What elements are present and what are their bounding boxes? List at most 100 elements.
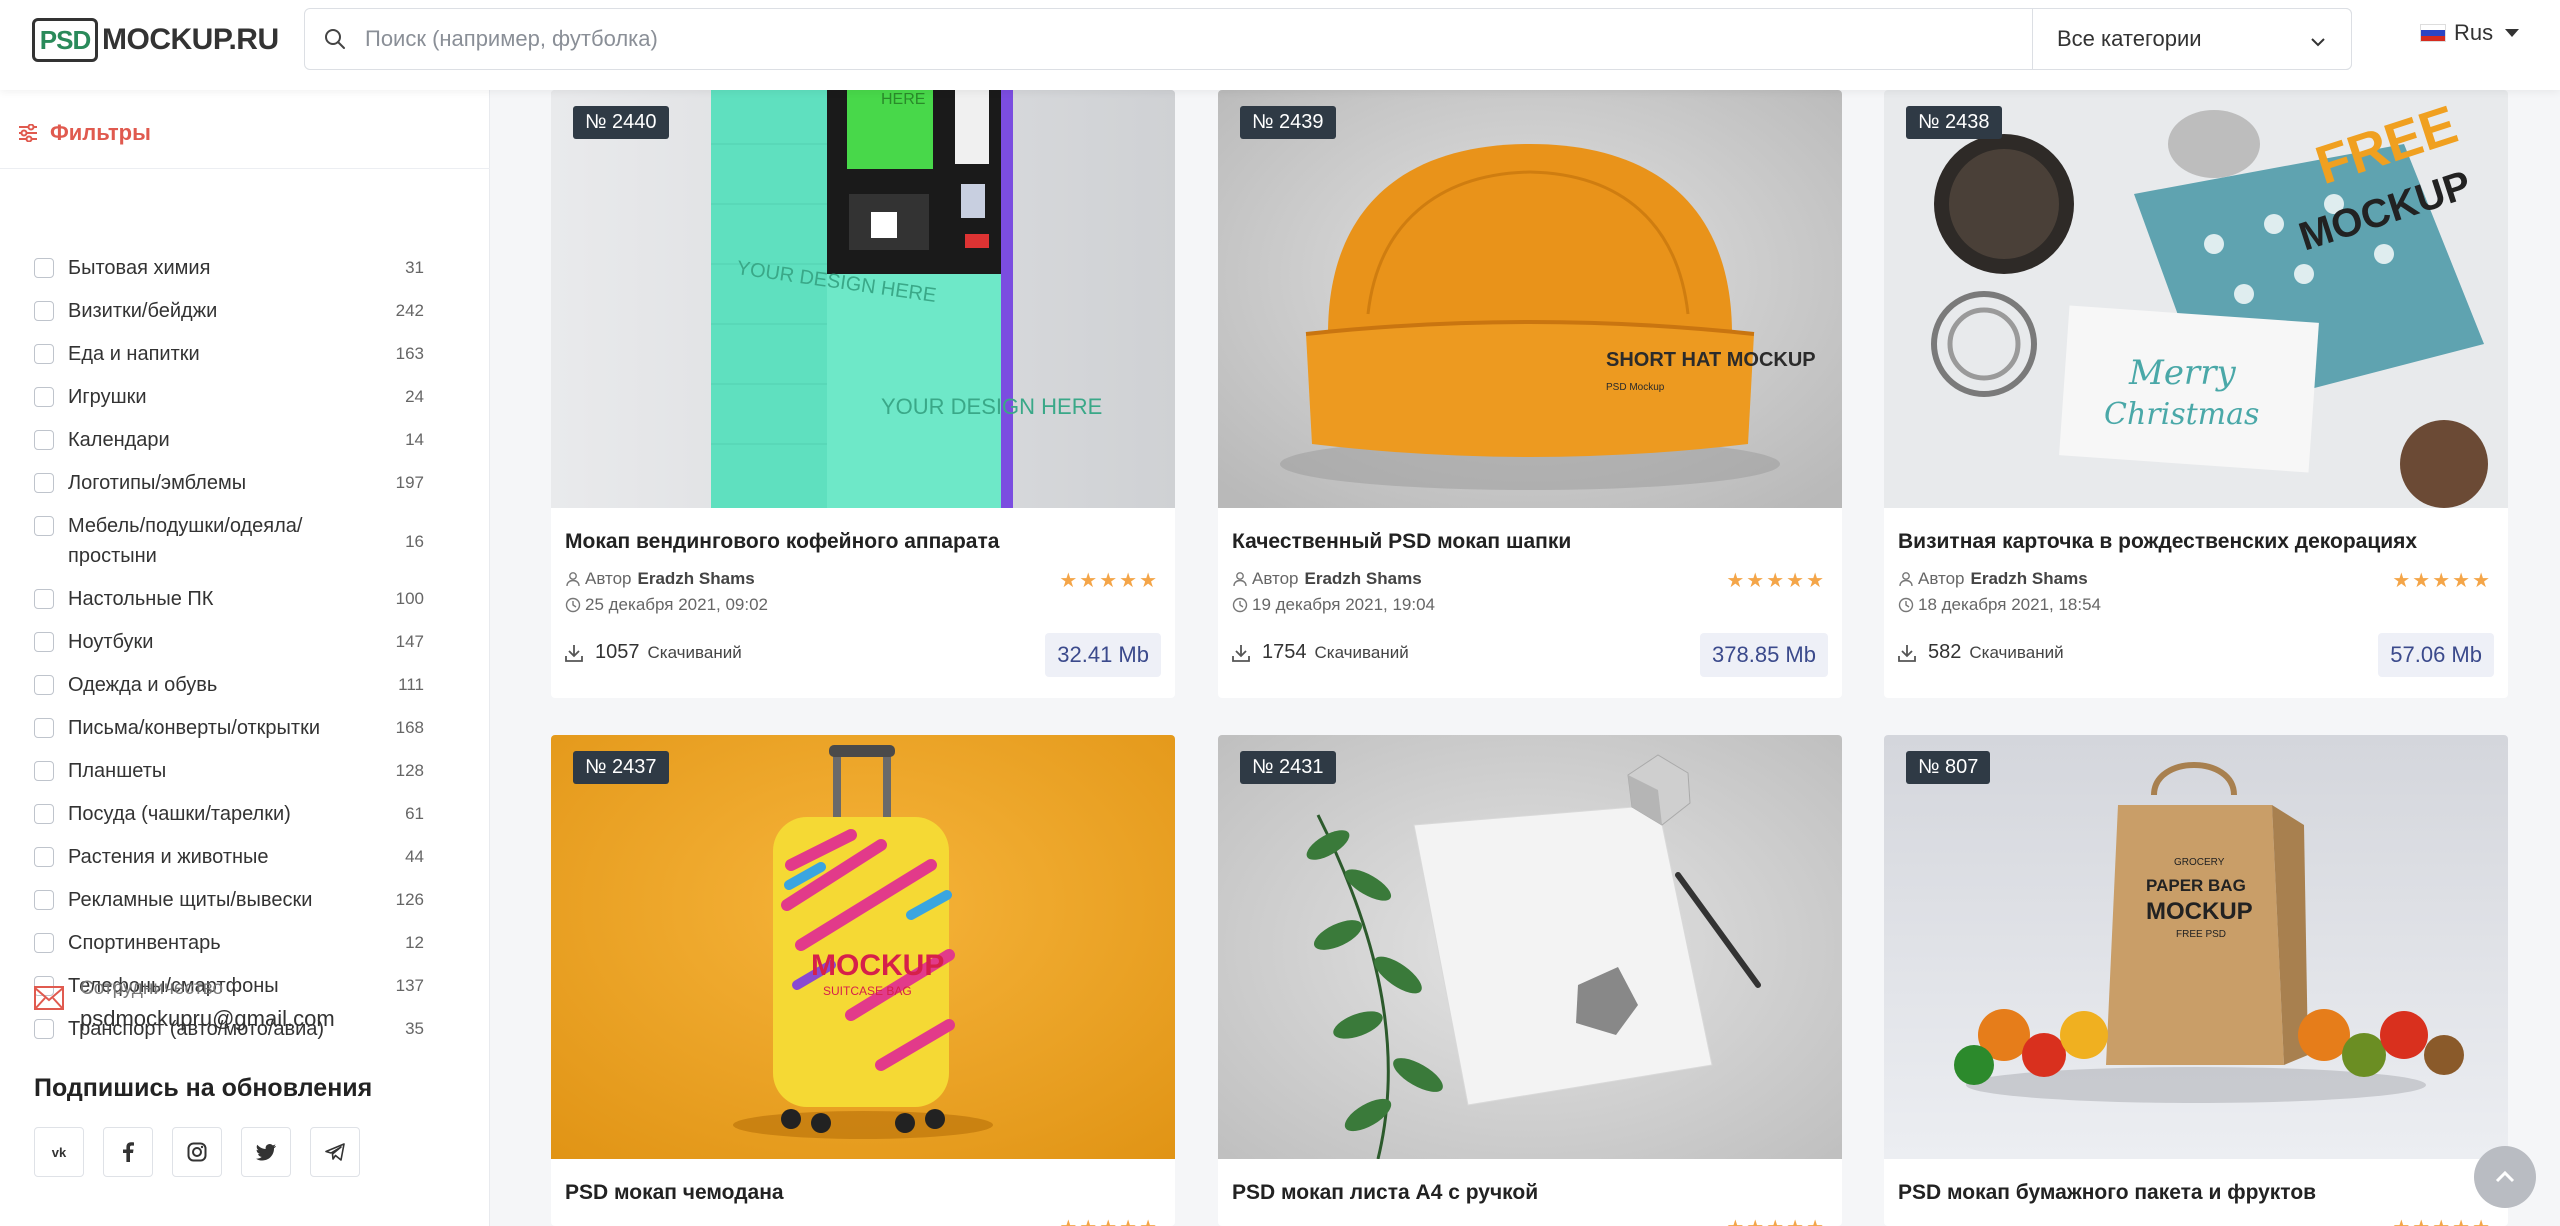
contact-email-link[interactable]: psdmockupru@gmail.com	[80, 1006, 335, 1032]
checkbox[interactable]	[34, 632, 54, 652]
chevron-down-icon	[2309, 31, 2327, 57]
rating-stars: ★★★★★	[2392, 570, 2492, 592]
card-title[interactable]: PSD мокап листа А4 с ручкой	[1232, 1181, 1538, 1205]
card-image[interactable]	[1218, 735, 1842, 1159]
checkbox[interactable]	[34, 516, 54, 536]
category-filter-item[interactable]: Мебель/подушки/одеяла/простыни 16	[34, 515, 424, 571]
chevron-up-icon	[2495, 1170, 2515, 1183]
card-image[interactable]: HERE YOUR DESIGN HERE YOUR DESIGN HERE	[551, 90, 1175, 508]
category-filter-item[interactable]: Календари 14	[34, 429, 424, 455]
download-count: 1754 Скачиваний	[1232, 641, 1409, 664]
telegram-icon[interactable]	[310, 1127, 360, 1177]
svg-text:FREE PSD: FREE PSD	[2176, 929, 2226, 940]
card-title[interactable]: PSD мокап чемодана	[565, 1181, 784, 1205]
category-count: 14	[405, 430, 424, 449]
scroll-to-top-button[interactable]	[2474, 1146, 2536, 1208]
filters-toggle[interactable]: Фильтры	[18, 120, 151, 146]
svg-text:SHORT HAT MOCKUP: SHORT HAT MOCKUP	[1606, 349, 1816, 371]
category-filter-item[interactable]: Ноутбуки 147	[34, 631, 424, 657]
card-image[interactable]: Merry Christmas FREE MOCKUP	[1884, 90, 2508, 508]
category-count: 242	[395, 301, 424, 320]
checkbox[interactable]	[34, 387, 54, 407]
mockup-card[interactable]: MOCKUP SUITCASE BAG № 2437 PSD мокап чем…	[551, 735, 1175, 1226]
item-number-badge: № 807	[1906, 751, 1991, 784]
card-title[interactable]: PSD мокап бумажного пакета и фруктов	[1898, 1181, 2316, 1205]
card-image[interactable]: GROCERY PAPER BAG MOCKUP FREE PSD	[1884, 735, 2508, 1159]
a4-paper-pen-image	[1218, 735, 1842, 1159]
filters-label: Фильтры	[50, 120, 151, 145]
author-link[interactable]: Eradzh Shams	[1305, 569, 1422, 589]
category-filter-item[interactable]: Игрушки 24	[34, 386, 424, 412]
category-filter-item[interactable]: Логотипы/эмблемы 197	[34, 472, 424, 498]
category-filter-item[interactable]: Растения и животные 44	[34, 846, 424, 872]
category-filter-item[interactable]: Планшеты 128	[34, 760, 424, 786]
vk-icon[interactable]: vk	[34, 1127, 84, 1177]
svg-text:Christmas: Christmas	[2104, 397, 2259, 432]
download-icon	[1898, 644, 1916, 662]
card-author: Автор Eradzh Shams	[1898, 569, 2088, 589]
svg-text:vk: vk	[52, 1145, 67, 1159]
category-count: 24	[405, 387, 424, 406]
checkbox[interactable]	[34, 890, 54, 910]
category-count: 128	[395, 761, 424, 780]
mockup-card[interactable]: Merry Christmas FREE MOCKUP № 2438 Визит…	[1884, 90, 2508, 698]
checkbox[interactable]	[34, 675, 54, 695]
mockup-card[interactable]: № 2431 PSD мокап листа А4 с ручкой ★★★★★	[1218, 735, 1842, 1226]
checkbox[interactable]	[34, 473, 54, 493]
checkbox[interactable]	[34, 804, 54, 824]
checkbox[interactable]	[34, 589, 54, 609]
svg-text:MOCKUP: MOCKUP	[2146, 898, 2253, 925]
mockup-card[interactable]: GROCERY PAPER BAG MOCKUP FREE PSD № 807 …	[1884, 735, 2508, 1226]
caret-down-icon	[2505, 29, 2520, 37]
file-size-badge: 57.06 Mb	[2378, 633, 2494, 677]
category-count: 197	[395, 473, 424, 492]
subscribe-title: Подпишись на обновления	[34, 1074, 373, 1102]
language-switcher[interactable]: Rus	[2420, 20, 2520, 46]
checkbox[interactable]	[34, 718, 54, 738]
category-filter-item[interactable]: Бытовая химия 31	[34, 257, 424, 283]
card-title[interactable]: Качественный PSD мокап шапки	[1232, 530, 1571, 554]
mockup-card[interactable]: SHORT HAT MOCKUP PSD Mockup № 2439 Качес…	[1218, 90, 1842, 698]
category-filter-item[interactable]: Письма/конверты/открытки 168	[34, 717, 424, 743]
category-filter-item[interactable]: Визитки/бейджи 242	[34, 300, 424, 326]
clock-icon	[565, 597, 581, 613]
svg-text:MOCKUP: MOCKUP	[811, 949, 944, 982]
category-filter-item[interactable]: Одежда и обувь 111	[34, 674, 424, 700]
checkbox[interactable]	[34, 933, 54, 953]
category-filter-item[interactable]: Еда и напитки 163	[34, 343, 424, 369]
category-filter-item[interactable]: Посуда (чашки/тарелки) 61	[34, 803, 424, 829]
card-title[interactable]: Визитная карточка в рождественских декор…	[1898, 530, 2417, 554]
checkbox[interactable]	[34, 301, 54, 321]
download-icon	[565, 644, 583, 662]
checkbox[interactable]	[34, 761, 54, 781]
file-size-badge: 32.41 Mb	[1045, 633, 1161, 677]
category-count: 137	[395, 976, 424, 995]
clock-icon	[1232, 597, 1248, 613]
instagram-icon[interactable]	[172, 1127, 222, 1177]
checkbox[interactable]	[34, 258, 54, 278]
author-link[interactable]: Eradzh Shams	[638, 569, 755, 589]
card-title[interactable]: Мокап вендингового кофейного аппарата	[565, 530, 999, 554]
checkbox[interactable]	[34, 430, 54, 450]
site-logo[interactable]: PSD MOCKUP.RU	[32, 18, 279, 62]
category-count: 35	[405, 1019, 424, 1038]
checkbox[interactable]	[34, 847, 54, 867]
rating-stars: ★★★★★	[1059, 1215, 1159, 1226]
category-filter-item[interactable]: Настольные ПК 100	[34, 588, 424, 614]
envelope-icon	[34, 986, 64, 1010]
author-link[interactable]: Eradzh Shams	[1971, 569, 2088, 589]
category-select[interactable]: Все категории	[2032, 8, 2352, 70]
mockup-card[interactable]: HERE YOUR DESIGN HERE YOUR DESIGN HERE №…	[551, 90, 1175, 698]
card-image[interactable]: MOCKUP SUITCASE BAG	[551, 735, 1175, 1159]
logo-mark: PSD	[32, 18, 98, 62]
twitter-icon[interactable]	[241, 1127, 291, 1177]
svg-text:PAPER BAG: PAPER BAG	[2146, 876, 2246, 895]
suitcase-image: MOCKUP SUITCASE BAG	[551, 735, 1175, 1159]
svg-text:YOUR DESIGN HERE: YOUR DESIGN HERE	[881, 394, 1102, 419]
category-filter-item[interactable]: Спортинвентарь 12	[34, 932, 424, 958]
card-image[interactable]: SHORT HAT MOCKUP PSD Mockup	[1218, 90, 1842, 508]
item-number-badge: № 2438	[1906, 106, 2002, 139]
checkbox[interactable]	[34, 344, 54, 364]
category-filter-item[interactable]: Рекламные щиты/вывески 126	[34, 889, 424, 915]
facebook-icon[interactable]	[103, 1127, 153, 1177]
